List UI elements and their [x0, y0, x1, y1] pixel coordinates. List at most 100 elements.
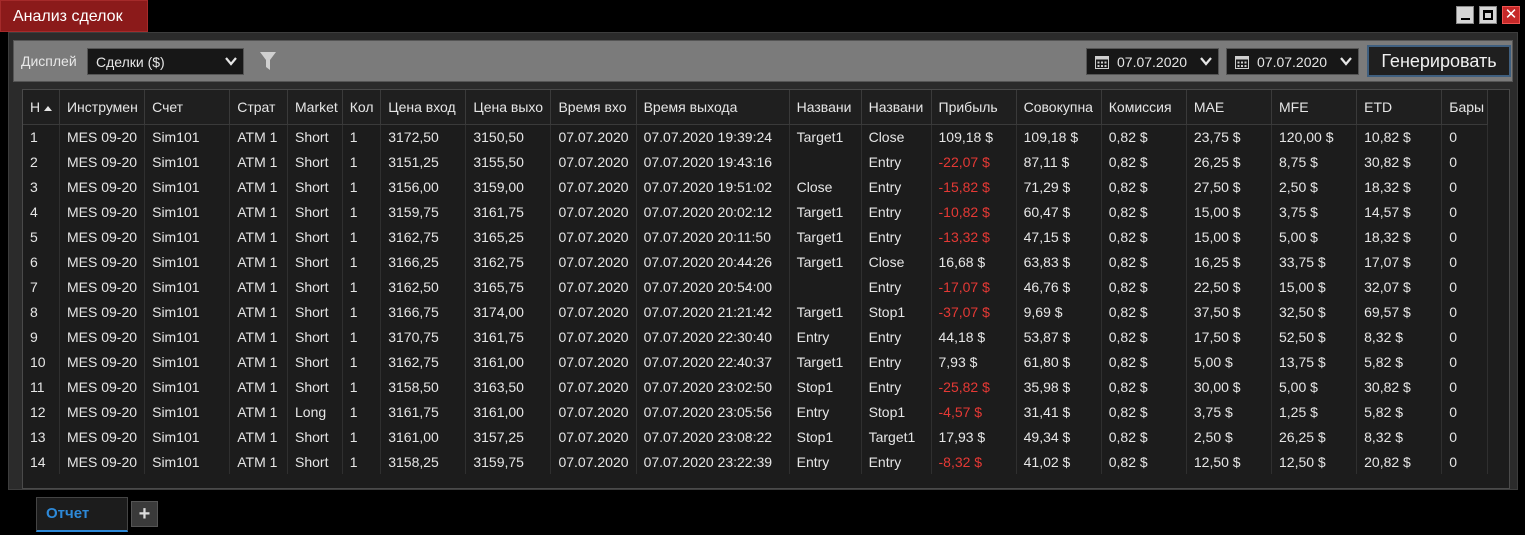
table-cell: Target1 [789, 224, 862, 249]
table-cell: 30,82 $ [1356, 149, 1443, 174]
window-title: Анализ сделок [0, 0, 148, 32]
table-row[interactable]: 5 MES 09-20 Sim101 ATM 1 Short 1 3162,75 3165,2… [23, 224, 1488, 249]
table-cell: 3162,75 [380, 224, 467, 249]
table-row[interactable]: 13 MES 09-20 Sim101 ATM 1 Short 1 3161,00 3157,… [23, 424, 1488, 449]
table-cell: 23,75 $ [1186, 124, 1273, 149]
table-cell: 3159,75 [465, 449, 552, 474]
table-cell: Sim101 [144, 224, 231, 249]
table-cell: Entry [861, 224, 932, 249]
date-from-picker[interactable]: 07.07.2020 [1086, 48, 1219, 75]
table-cell: Short [287, 324, 343, 349]
table-cell: 07.07.2020 [550, 274, 637, 299]
table-cell: 46,76 $ [1016, 274, 1102, 299]
table-cell: Sim101 [144, 424, 231, 449]
table-cell: 3161,00 [465, 349, 552, 374]
table-header-row: Н Инструмен Счет Страт Market Кол Цена вход Цен… [23, 90, 1488, 125]
date-to-picker[interactable]: 07.07.2020 [1226, 48, 1359, 75]
column-header[interactable]: MAE [1186, 90, 1273, 125]
column-header[interactable]: MFE [1271, 90, 1358, 125]
table-cell: 3161,00 [465, 399, 552, 424]
table-row[interactable]: 3 MES 09-20 Sim101 ATM 1 Short 1 3156,00 3159,0… [23, 174, 1488, 199]
column-header-label: Названи [796, 98, 852, 115]
table-cell: ATM 1 [229, 374, 288, 399]
table-row[interactable]: 4 MES 09-20 Sim101 ATM 1 Short 1 3159,75 3161,7… [23, 199, 1488, 224]
table-cell: ATM 1 [229, 449, 288, 474]
display-select[interactable]: Сделки ($) [87, 48, 244, 75]
table-row[interactable]: 2 MES 09-20 Sim101 ATM 1 Short 1 3151,25 3155,5… [23, 149, 1488, 174]
table-cell: Entry [861, 324, 932, 349]
column-header[interactable]: ETD [1356, 90, 1443, 125]
table-cell: 0,82 $ [1101, 299, 1187, 324]
table-cell: 07.07.2020 20:44:26 [636, 249, 790, 274]
column-header[interactable]: Инструмен [59, 90, 146, 125]
column-header-label: Названи [868, 98, 924, 115]
table-row[interactable]: 14 MES 09-20 Sim101 ATM 1 Short 1 3158,25 3159,… [23, 449, 1488, 474]
table-cell: 120,00 $ [1271, 124, 1358, 149]
column-header[interactable]: Время выхода [636, 90, 790, 125]
column-header[interactable]: Кол [342, 90, 382, 125]
table-row[interactable]: 6 MES 09-20 Sim101 ATM 1 Short 1 3166,25 3162,7… [23, 249, 1488, 274]
table-row[interactable]: 11 MES 09-20 Sim101 ATM 1 Short 1 3158,50 3163,… [23, 374, 1488, 399]
table-cell: 0 [1441, 399, 1488, 424]
table-row[interactable]: 10 MES 09-20 Sim101 ATM 1 Short 1 3162,75 3161,… [23, 349, 1488, 374]
table-cell: 1 [342, 399, 382, 424]
maximize-button[interactable] [1479, 6, 1497, 24]
table-cell: 07.07.2020 [550, 399, 637, 424]
generate-button[interactable]: Генерировать [1367, 45, 1511, 77]
table-row[interactable]: 8 MES 09-20 Sim101 ATM 1 Short 1 3166,75 3174,0… [23, 299, 1488, 324]
column-header[interactable]: Совокупна [1016, 90, 1102, 125]
table-cell: MES 09-20 [59, 324, 146, 349]
column-header[interactable]: Счет [144, 90, 231, 125]
column-header[interactable]: Цена выхо [465, 90, 552, 125]
table-cell: 3162,50 [380, 274, 467, 299]
table-cell: ATM 1 [229, 174, 288, 199]
column-header[interactable]: Названи [789, 90, 862, 125]
table-cell: 07.07.2020 [550, 199, 637, 224]
column-header[interactable]: Прибыль [931, 90, 1017, 125]
table-cell: 3156,00 [380, 174, 467, 199]
table-cell: Long [287, 399, 343, 424]
table-cell: MES 09-20 [59, 424, 146, 449]
column-header[interactable]: Страт [229, 90, 288, 125]
close-button[interactable]: ✕ [1502, 6, 1520, 24]
tab-report[interactable]: Отчет [36, 497, 128, 532]
toolbar: Дисплей Сделки ($) 07.07.2020 07.07.2020… [13, 40, 1513, 82]
column-header[interactable]: Н [23, 90, 60, 125]
column-header-label: Н [30, 98, 41, 115]
table-cell: 10 [23, 349, 60, 374]
date-to-value: 07.07.2020 [1257, 54, 1328, 70]
table-cell: Sim101 [144, 124, 231, 149]
column-header[interactable]: Бары [1441, 90, 1488, 125]
table-row[interactable]: 9 MES 09-20 Sim101 ATM 1 Short 1 3170,75 3161,7… [23, 324, 1488, 349]
add-tab-button[interactable]: + [131, 501, 158, 527]
table-cell: -22,07 $ [931, 149, 1017, 174]
table-row[interactable]: 1 MES 09-20 Sim101 ATM 1 Short 1 3172,50 3150,5… [23, 124, 1488, 149]
column-header[interactable]: Названи [861, 90, 932, 125]
table-row[interactable]: 7 MES 09-20 Sim101 ATM 1 Short 1 3162,50 3165,7… [23, 274, 1488, 299]
column-header-label: Время выхода [643, 98, 738, 115]
table-cell: ATM 1 [229, 199, 288, 224]
table-cell: ATM 1 [229, 249, 288, 274]
column-header[interactable]: Комиссия [1101, 90, 1187, 125]
table-cell: Sim101 [144, 199, 231, 224]
table-cell: 0 [1441, 324, 1488, 349]
chevron-down-icon [1200, 57, 1212, 66]
filter-icon[interactable] [260, 52, 276, 70]
table-cell: 13,75 $ [1271, 349, 1358, 374]
table-cell: 07.07.2020 [550, 174, 637, 199]
table-cell: 0 [1441, 274, 1488, 299]
maximize-icon [1483, 10, 1493, 20]
column-header[interactable]: Время вхо [550, 90, 637, 125]
table-cell: 22,50 $ [1186, 274, 1273, 299]
table-row[interactable]: 12 MES 09-20 Sim101 ATM 1 Long 1 3161,75 3161,0… [23, 399, 1488, 424]
table-cell [789, 274, 862, 299]
table-cell: Entry [861, 274, 932, 299]
table-cell: Stop1 [861, 299, 932, 324]
table-cell: 1 [342, 199, 382, 224]
column-header[interactable]: Market [287, 90, 343, 125]
minimize-button[interactable] [1456, 6, 1474, 24]
table-cell: 12 [23, 399, 60, 424]
column-header[interactable]: Цена вход [380, 90, 467, 125]
close-icon: ✕ [1504, 6, 1518, 23]
table-cell: 3,75 $ [1271, 199, 1358, 224]
